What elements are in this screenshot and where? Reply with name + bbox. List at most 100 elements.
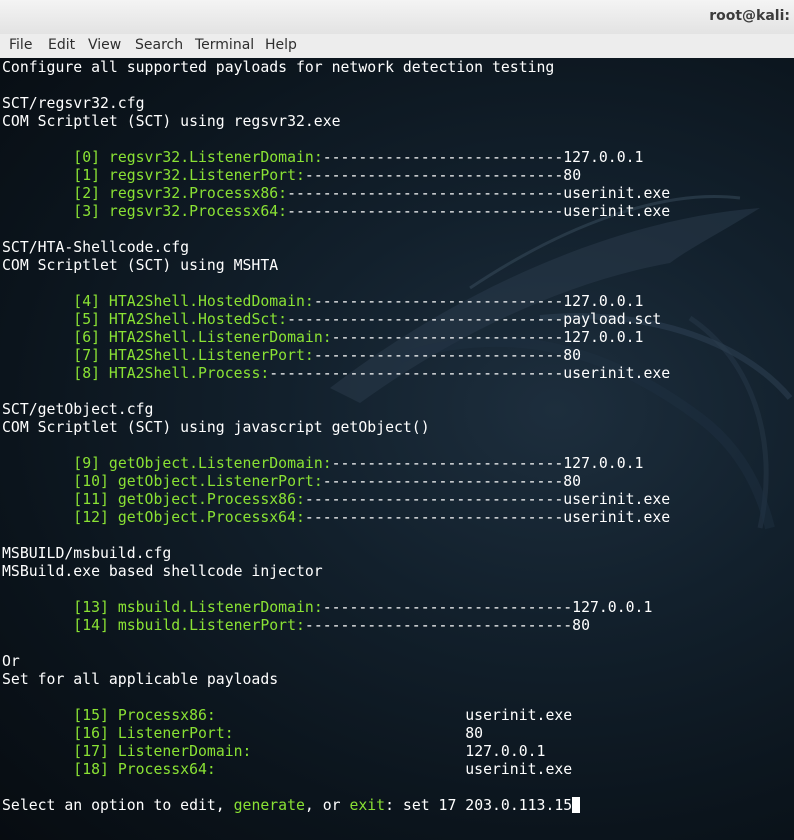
global-title: Set for all applicable payloads [2,671,278,689]
option-row: [12] getObject.Processx64:--------------… [2,509,670,527]
menu-terminal[interactable]: Terminal [195,37,254,53]
menu-edit[interactable]: Edit [48,37,75,53]
option-index: [7] [73,347,109,364]
section-title-text: MSBUILD/msbuild.cfg [2,545,172,562]
option-row: [3] regsvr32.Processx64:----------------… [2,203,670,221]
header-text: Configure all supported payloads for net… [2,59,555,76]
menu-search[interactable]: Search [135,37,183,53]
option-dashes: --------------------------------- [269,365,564,382]
option-dashes: ------------------------------ [304,617,573,634]
padding [251,743,465,760]
option-name: HTA2Shell.ListenerPort: [108,347,314,364]
option-row: [2] regsvr32.Processx86:----------------… [2,185,670,203]
option-name: Processx64: [117,761,216,778]
option-row: [7] HTA2Shell.ListenerPort:-------------… [2,347,581,365]
menu-help[interactable]: Help [265,37,297,53]
menu-view[interactable]: View [88,37,121,53]
option-row: [10] getObject.ListenerPort:------------… [2,473,581,491]
option-value: 127.0.0.1 [465,743,546,760]
window-title: root@kali: [709,8,790,24]
menu-file[interactable]: File [9,37,32,53]
global-title-text: Set for all applicable payloads [2,671,279,688]
menu-bar: File Edit View Search Terminal Help [0,34,794,59]
option-name: getObject.Processx86: [117,491,305,508]
option-dashes: ---------------------------- [313,293,564,310]
option-index: [10] [73,473,118,490]
section-description: COM Scriptlet (SCT) using javascript get… [2,419,430,437]
option-value: 80 [563,347,582,364]
option-name: regsvr32.ListenerDomain: [108,149,323,166]
terminal-body[interactable]: Configure all supported payloads for net… [0,58,794,840]
option-name: ListenerDomain: [117,743,252,760]
option-index: [9] [73,455,109,472]
option-index: [8] [73,365,109,382]
header-line: Configure all supported payloads for net… [2,59,554,77]
option-index: [13] [73,599,118,616]
option-index: [1] [73,167,109,184]
section-description-text: MSBuild.exe based shellcode injector [2,563,323,580]
global-option-row: [17] ListenerDomain: 127.0.0.1 [2,743,545,761]
prompt-generate: generate [233,797,305,814]
option-dashes: -------------------------- [331,329,564,346]
section-description: COM Scriptlet (SCT) using regsvr32.exe [2,113,341,131]
option-name: getObject.ListenerPort: [117,473,323,490]
option-row: [14] msbuild.ListenerPort:--------------… [2,617,590,635]
option-index: [5] [73,311,109,328]
option-name: regsvr32.Processx64: [108,203,288,220]
option-dashes: ----------------------------- [304,167,564,184]
section-description-text: COM Scriptlet (SCT) using regsvr32.exe [2,113,341,130]
option-name: HTA2Shell.HostedDomain: [108,293,314,310]
option-index: [11] [73,491,118,508]
option-value: userinit.exe [563,509,671,526]
option-value: 80 [572,617,590,634]
option-row: [11] getObject.Processx86:--------------… [2,491,670,509]
option-value: 127.0.0.1 [563,293,644,310]
option-index: [12] [73,509,118,526]
option-dashes: ------------------------------- [287,311,564,328]
prompt-suffix: : [385,797,403,814]
option-index: [2] [73,185,109,202]
section-description-text: COM Scriptlet (SCT) using MSHTA [2,257,279,274]
padding [216,761,465,778]
option-index: [3] [73,203,109,220]
title-bar[interactable]: root@kali: [0,0,794,35]
option-value: 80 [563,167,582,184]
option-row: [8] HTA2Shell.Process:------------------… [2,365,670,383]
option-name: HTA2Shell.HostedSct: [108,311,288,328]
command-input[interactable]: set 17 203.0.113.15 [403,797,572,814]
option-dashes: ---------------------------- [322,599,573,616]
option-dashes: ------------------------------- [287,185,564,202]
option-index: [0] [73,149,109,166]
option-value: 80 [465,725,484,742]
option-row: [6] HTA2Shell.ListenerDomain:-----------… [2,329,643,347]
prompt-middle: , or [304,797,350,814]
option-index: [14] [73,617,118,634]
option-index: [15] [73,707,118,724]
section-description: COM Scriptlet (SCT) using MSHTA [2,257,278,275]
option-value: 80 [563,473,582,490]
option-value: userinit.exe [563,203,671,220]
option-name: HTA2Shell.ListenerDomain: [108,329,332,346]
option-value: userinit.exe [465,761,573,778]
option-name: msbuild.ListenerPort: [117,617,305,634]
global-option-row: [18] Processx64: userinit.exe [2,761,572,779]
option-row: [13] msbuild.ListenerDomain:------------… [2,599,652,617]
option-index: [17] [73,743,118,760]
option-dashes: ------------------------------- [287,203,564,220]
option-value: userinit.exe [563,491,671,508]
option-dashes: --------------------------- [322,149,564,166]
option-name: msbuild.ListenerDomain: [117,599,323,616]
